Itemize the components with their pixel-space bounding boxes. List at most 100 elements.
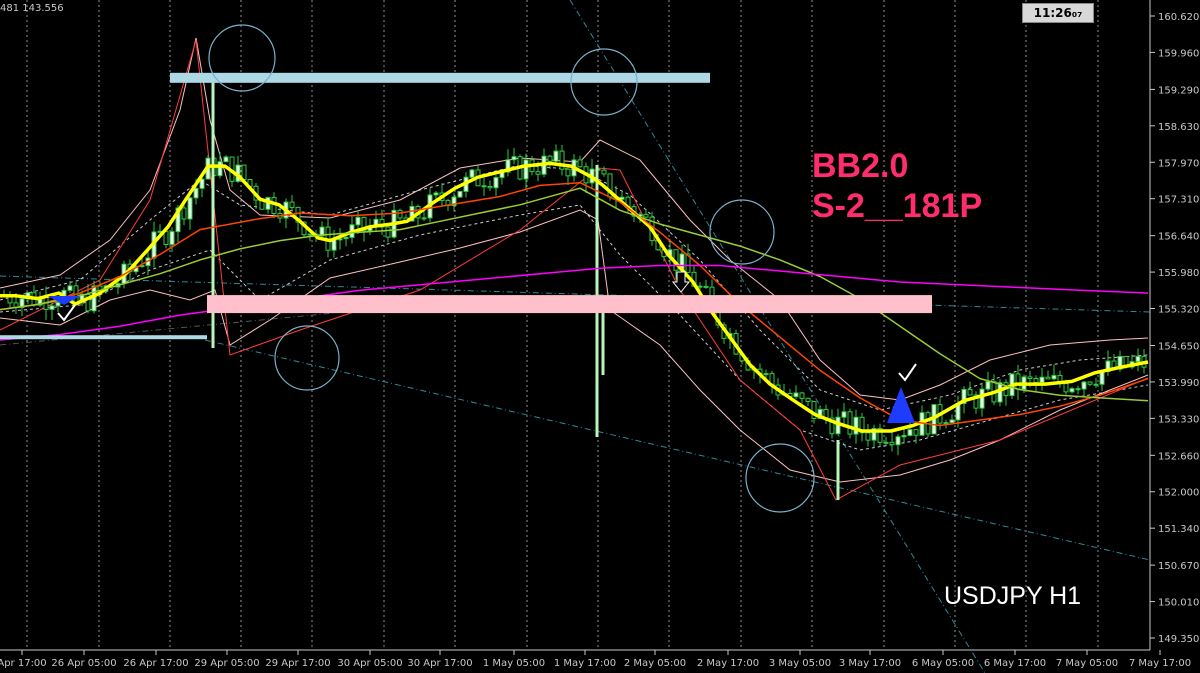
y-tick-label: 155.980 [1158,268,1199,279]
x-tick-label: 26 Apr 05:00 [51,658,116,669]
signal-marks [48,271,917,423]
x-tick-label: 3 May 17:00 [839,658,901,669]
x-tick-label: 26 Apr 17:00 [123,658,188,669]
y-tick-label: 149.350 [1158,634,1199,645]
candle [703,285,709,288]
x-tick-label: 3 May 05:00 [769,658,831,669]
candle [217,161,223,177]
highlight-circles [208,24,815,513]
x-tick-label: 29 Apr 05:00 [194,658,259,669]
y-tick-label: 153.990 [1158,378,1199,389]
horizontal-level[interactable] [170,72,710,83]
candle [979,388,985,409]
candle [943,422,949,425]
candle [985,381,991,390]
candle [1045,376,1051,380]
candle [487,185,493,189]
candle [577,159,583,168]
y-tick-label: 150.010 [1158,598,1199,609]
candle [397,209,403,219]
candle [913,429,919,436]
highlight-circle [274,325,340,391]
y-tick-label: 159.290 [1158,85,1199,96]
candle [481,185,487,188]
candle [901,434,907,438]
candle [1093,383,1099,386]
candle [169,231,175,245]
candle [493,177,499,189]
ohlc-readout: 481 143.556 [0,3,64,14]
candle [949,419,955,424]
candle [289,201,295,208]
y-tick-label: 158.630 [1158,122,1199,133]
candle [91,285,97,312]
candle [1075,388,1081,391]
x-tick-label: 30 Apr 17:00 [407,658,472,669]
x-tick-label: 2 May 17:00 [697,658,759,669]
candle [1081,381,1087,390]
candle [49,305,55,310]
y-tick-label: 155.320 [1158,305,1199,316]
candlesticks [1,75,1147,500]
candle [1063,383,1069,393]
candle [865,432,871,441]
x-axis-ticks: Apr 17:00 26 Apr 05:00 26 Apr 17:00 29 Apr … [0,650,1191,669]
candle [907,429,913,436]
y-tick-label: 150.670 [1158,561,1199,572]
candle [853,416,859,435]
x-tick-label: Apr 17:00 [0,658,47,669]
candle [793,392,799,398]
candle [193,187,199,199]
candle [385,226,391,238]
candle [1051,374,1057,380]
candle [1135,355,1141,363]
y-tick-label: 152.000 [1158,488,1199,499]
highlight-circle [709,199,775,265]
candle [469,169,475,178]
candle [55,301,61,307]
candle [601,169,607,175]
candle [433,192,439,196]
price-chart[interactable]: 160.620 159.960 159.290 158.630 157.970 157.3… [0,0,1200,673]
check-mark-icon [57,304,76,322]
candle [511,156,517,161]
chart-grid [26,0,1099,650]
y-tick-label: 154.650 [1158,341,1199,352]
horizontal-levels[interactable] [0,72,932,340]
candle [181,207,187,220]
strategy-annotation: BB2.0 S-2__181P [812,146,982,226]
candle [343,236,349,240]
candle [535,171,541,175]
candle [241,164,247,181]
candle [889,441,895,446]
candle [1039,376,1045,383]
candle [1015,373,1021,390]
y-tick-label: 160.620 [1158,12,1199,23]
symbol-label: USDJPY H1 [944,582,1082,610]
candle [799,392,805,399]
candle [421,217,427,220]
y-tick-label: 157.310 [1158,195,1199,206]
candle [199,178,205,189]
candle [223,156,229,163]
candle [697,285,703,288]
candle [967,388,973,396]
candle [1027,376,1033,380]
y-tick-label: 157.970 [1158,158,1199,169]
x-tick-label: 6 May 17:00 [984,658,1046,669]
trendline [204,339,1151,561]
horizontal-level[interactable] [0,335,207,340]
candle [1033,378,1039,383]
horizontal-level[interactable] [207,295,932,314]
x-tick-label: 1 May 05:00 [483,658,545,669]
candle [1087,381,1093,385]
y-tick-label: 156.640 [1158,232,1199,243]
y-tick-label: 159.960 [1158,48,1199,59]
candle [763,373,769,376]
candle [805,397,811,402]
candle [547,155,553,162]
y-tick-label: 153.330 [1158,414,1199,425]
candle [895,436,901,446]
candle [565,168,571,177]
x-tick-label: 2 May 05:00 [624,658,686,669]
